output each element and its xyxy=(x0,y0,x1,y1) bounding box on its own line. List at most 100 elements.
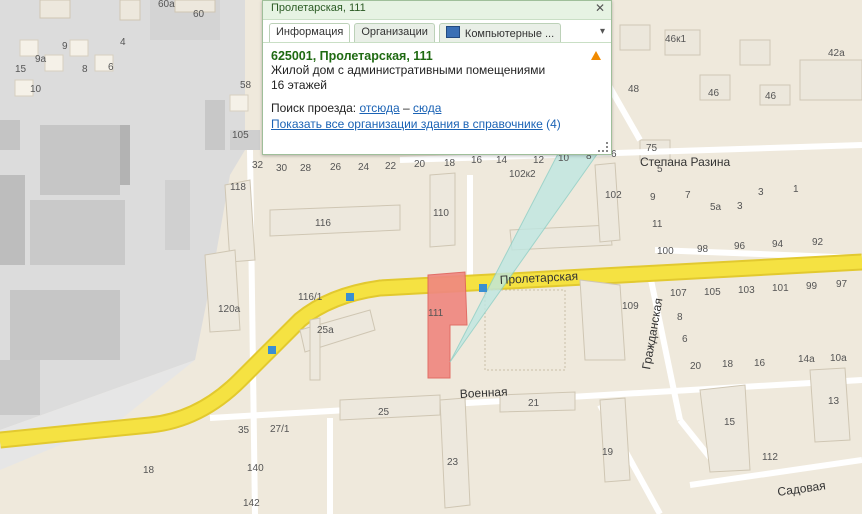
street-label-voennaya: Военная xyxy=(459,385,507,401)
svg-text:5а: 5а xyxy=(710,202,722,213)
svg-text:103: 103 xyxy=(738,285,755,296)
building-info-popup: Пролетарская, 111 ✕ Информация Организац… xyxy=(262,0,612,155)
chevron-down-icon[interactable]: ▾ xyxy=(600,23,605,42)
svg-text:4: 4 xyxy=(120,37,126,48)
close-icon[interactable]: ✕ xyxy=(595,1,605,15)
svg-text:6: 6 xyxy=(108,62,114,73)
popup-body: 625001, Пролетарская, 111 Жилой дом с ад… xyxy=(263,43,611,137)
address-text: 625001, Пролетарская, 111 xyxy=(271,49,433,63)
svg-text:16: 16 xyxy=(471,155,483,166)
svg-text:46к1: 46к1 xyxy=(665,34,686,45)
svg-text:46: 46 xyxy=(765,91,777,102)
svg-text:105: 105 xyxy=(704,287,721,298)
warning-icon[interactable] xyxy=(591,51,601,60)
floors: 16 этажей xyxy=(271,78,327,92)
building-type: Жилой дом с административными помещениям… xyxy=(271,63,546,77)
svg-text:109: 109 xyxy=(622,301,639,312)
tab-organizations[interactable]: Организации xyxy=(354,23,435,42)
svg-text:27/1: 27/1 xyxy=(270,424,290,435)
svg-text:14: 14 xyxy=(496,155,508,166)
svg-text:97: 97 xyxy=(836,279,848,290)
svg-text:142: 142 xyxy=(243,498,260,509)
svg-text:116/1: 116/1 xyxy=(298,292,323,303)
svg-text:101: 101 xyxy=(772,283,789,294)
route-separator: – xyxy=(402,101,410,115)
svg-text:140: 140 xyxy=(247,463,264,474)
tab-computer-label: Компьютерные ... xyxy=(464,28,555,40)
popup-header: Пролетарская, 111 ✕ xyxy=(263,1,611,20)
svg-text:18: 18 xyxy=(722,359,734,370)
svg-text:116: 116 xyxy=(315,218,331,229)
svg-text:8: 8 xyxy=(677,312,683,323)
svg-text:20: 20 xyxy=(414,159,426,170)
svg-text:1: 1 xyxy=(793,184,799,195)
svg-text:26: 26 xyxy=(330,162,342,173)
svg-text:60: 60 xyxy=(193,9,205,20)
svg-text:3: 3 xyxy=(758,187,764,198)
svg-text:5: 5 xyxy=(657,164,663,175)
svg-text:13: 13 xyxy=(828,396,840,407)
svg-text:30: 30 xyxy=(276,163,288,174)
popup-tabs: Информация Организации Компьютерные ... … xyxy=(263,20,611,43)
svg-text:22: 22 xyxy=(385,161,397,172)
svg-text:102к2: 102к2 xyxy=(509,169,536,180)
tab-computer[interactable]: Компьютерные ... xyxy=(438,23,562,42)
svg-text:100: 100 xyxy=(657,246,674,257)
route-search: Поиск проезда: отсюда – сюда xyxy=(271,101,603,115)
svg-text:15: 15 xyxy=(724,417,736,428)
svg-text:42а: 42а xyxy=(828,48,845,59)
route-to-link[interactable]: сюда xyxy=(413,101,441,115)
svg-text:19: 19 xyxy=(602,447,614,458)
svg-text:120а: 120а xyxy=(218,304,241,315)
svg-text:3: 3 xyxy=(737,201,743,212)
route-label: Поиск проезда: xyxy=(271,101,357,115)
resize-handle[interactable] xyxy=(598,142,608,152)
svg-text:28: 28 xyxy=(300,163,312,174)
street-label-stepana-razina: Степана Разина xyxy=(640,155,730,169)
svg-text:58: 58 xyxy=(240,80,252,91)
monitor-icon xyxy=(445,26,460,38)
svg-text:35: 35 xyxy=(238,425,250,436)
svg-text:8: 8 xyxy=(82,64,88,75)
svg-text:92: 92 xyxy=(812,237,824,248)
svg-text:21: 21 xyxy=(528,398,540,409)
svg-text:98: 98 xyxy=(697,244,709,255)
svg-text:9: 9 xyxy=(650,192,656,203)
svg-text:10: 10 xyxy=(30,84,42,95)
popup-title: Пролетарская, 111 xyxy=(271,2,366,14)
show-all-orgs: Показать все организации здания в справо… xyxy=(271,117,603,131)
svg-text:94: 94 xyxy=(772,239,784,250)
svg-text:96: 96 xyxy=(734,241,746,252)
svg-text:14а: 14а xyxy=(798,354,815,365)
svg-text:118: 118 xyxy=(230,182,246,193)
svg-text:10а: 10а xyxy=(830,353,847,364)
svg-text:6: 6 xyxy=(682,334,688,345)
svg-text:60а: 60а xyxy=(158,0,175,10)
svg-text:9: 9 xyxy=(62,41,68,52)
svg-text:75: 75 xyxy=(646,143,658,154)
svg-text:32: 32 xyxy=(252,160,264,171)
svg-text:48: 48 xyxy=(628,84,640,95)
org-count: (4) xyxy=(546,117,561,131)
svg-text:15: 15 xyxy=(15,64,27,75)
svg-text:110: 110 xyxy=(433,208,449,219)
svg-text:107: 107 xyxy=(670,288,687,299)
svg-text:11: 11 xyxy=(652,219,663,230)
svg-text:24: 24 xyxy=(358,162,370,173)
svg-text:99: 99 xyxy=(806,281,818,292)
svg-text:111: 111 xyxy=(428,308,444,319)
svg-text:25а: 25а xyxy=(317,325,334,336)
svg-text:16: 16 xyxy=(754,358,766,369)
svg-text:20: 20 xyxy=(690,361,702,372)
show-all-orgs-link[interactable]: Показать все организации здания в справо… xyxy=(271,117,543,131)
svg-text:18: 18 xyxy=(143,465,155,476)
svg-text:25: 25 xyxy=(378,407,390,418)
svg-text:9а: 9а xyxy=(35,54,47,65)
route-from-link[interactable]: отсюда xyxy=(359,101,399,115)
tab-info[interactable]: Информация xyxy=(269,23,351,42)
svg-text:112: 112 xyxy=(762,452,778,463)
address-line: 625001, Пролетарская, 111 xyxy=(271,49,603,63)
svg-text:46: 46 xyxy=(708,88,720,99)
svg-text:12: 12 xyxy=(533,155,545,166)
svg-text:18: 18 xyxy=(444,158,456,169)
